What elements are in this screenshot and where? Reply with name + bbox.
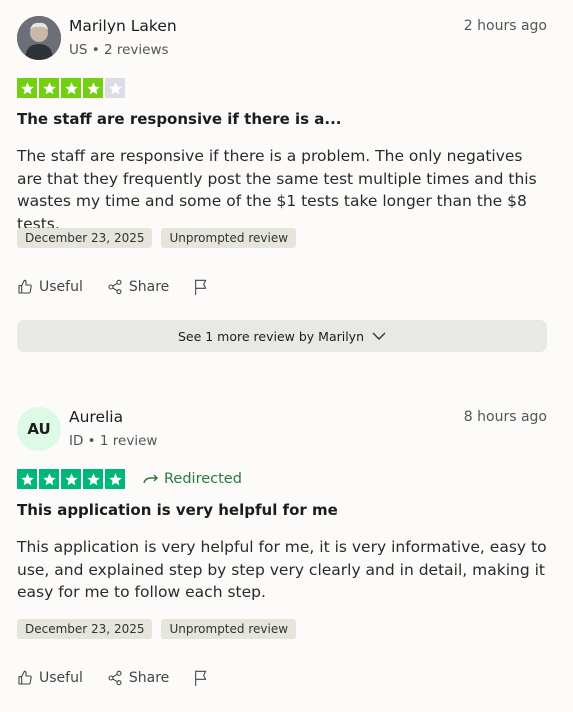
- see-more-reviews-button[interactable]: See 1 more review by Marilyn: [17, 320, 547, 352]
- share-icon: [108, 670, 122, 686]
- review-time: 2 hours ago: [463, 18, 547, 34]
- star-icon: [105, 78, 125, 98]
- star-icon: [83, 469, 103, 489]
- review-title[interactable]: This application is very helpful for me: [17, 501, 338, 519]
- review-card: AU Aurelia ID • 1 review 8 hours ago Red…: [17, 407, 547, 686]
- star-rating: [17, 78, 127, 98]
- share-label: Share: [128, 670, 170, 686]
- share-icon: [108, 279, 122, 295]
- flag-button[interactable]: [193, 669, 215, 687]
- star-icon: [105, 469, 125, 489]
- star-icon: [39, 469, 59, 489]
- star-icon: [17, 469, 37, 489]
- star-icon: [61, 469, 81, 489]
- avatar[interactable]: AU: [17, 407, 61, 451]
- star-icon: [61, 78, 81, 98]
- chevron-down-icon: [372, 332, 386, 340]
- reviewer-meta: US • 2 reviews: [69, 42, 169, 58]
- share-label: Share: [128, 279, 170, 295]
- star-rating: Redirected: [17, 469, 242, 489]
- unprompted-badge[interactable]: Unprompted review: [161, 228, 297, 248]
- flag-button[interactable]: [193, 278, 215, 296]
- redirect-arrow-icon: [143, 474, 158, 484]
- review-header: AU Aurelia ID • 1 review 8 hours ago: [17, 407, 547, 455]
- thumbs-up-icon: [18, 279, 32, 294]
- review-actions: Useful Share: [17, 278, 239, 296]
- review-title[interactable]: The staff are responsive if there is a..…: [17, 110, 342, 128]
- review-badges: December 23, 2025 Unprompted review: [17, 619, 297, 639]
- reviewer-meta: ID • 1 review: [69, 433, 158, 449]
- review-actions: Useful Share: [17, 669, 239, 687]
- review-time: 8 hours ago: [463, 409, 547, 425]
- review-card: Marilyn Laken US • 2 reviews 2 hours ago…: [17, 16, 547, 295]
- review-badges: December 23, 2025 Unprompted review: [17, 228, 297, 248]
- avatar[interactable]: [17, 16, 61, 60]
- star-icon: [83, 78, 103, 98]
- flag-icon: [195, 279, 207, 295]
- star-icon: [39, 78, 59, 98]
- review-header: Marilyn Laken US • 2 reviews 2 hours ago: [17, 16, 547, 64]
- useful-label: Useful: [39, 670, 83, 686]
- share-button[interactable]: Share: [107, 279, 169, 295]
- unprompted-badge[interactable]: Unprompted review: [161, 619, 297, 639]
- useful-button[interactable]: Useful: [17, 670, 83, 686]
- review-body: This application is very helpful for me,…: [17, 538, 547, 601]
- date-badge: December 23, 2025: [17, 228, 153, 248]
- review-body: The staff are responsive if there is a p…: [17, 147, 537, 233]
- see-more-label: See 1 more review by Marilyn: [177, 328, 365, 344]
- useful-button[interactable]: Useful: [17, 279, 83, 295]
- date-badge: December 23, 2025: [17, 619, 153, 639]
- share-button[interactable]: Share: [107, 670, 169, 686]
- flag-icon: [195, 670, 207, 686]
- reviewer-name[interactable]: Aurelia: [69, 408, 123, 426]
- thumbs-up-icon: [18, 670, 32, 685]
- redirected-label: Redirected: [164, 471, 242, 487]
- star-icon: [17, 78, 37, 98]
- redirected-indicator[interactable]: Redirected: [143, 471, 242, 487]
- useful-label: Useful: [39, 279, 83, 295]
- reviewer-name[interactable]: Marilyn Laken: [69, 17, 177, 35]
